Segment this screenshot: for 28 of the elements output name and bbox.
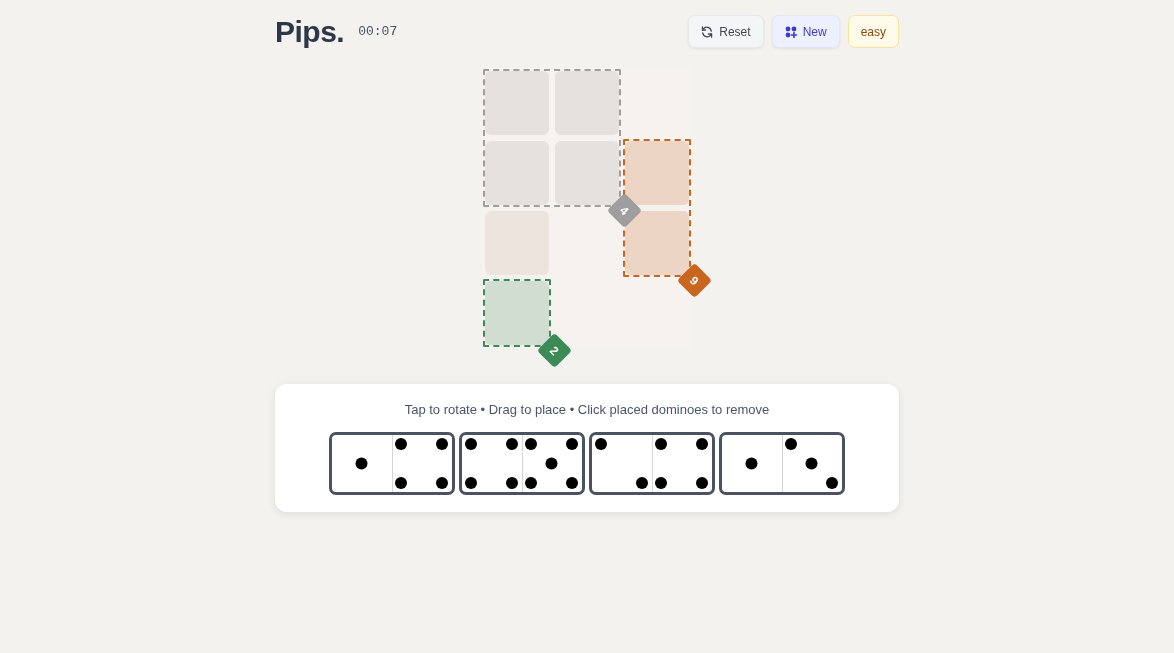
constraint-badge: 4 bbox=[606, 192, 643, 229]
pips-icon bbox=[355, 457, 368, 470]
dots-grid-icon bbox=[784, 25, 797, 38]
board-cell[interactable] bbox=[485, 141, 549, 205]
pips-icon bbox=[745, 457, 758, 470]
difficulty-button[interactable]: easy bbox=[847, 15, 899, 48]
domino-tile[interactable] bbox=[329, 432, 455, 495]
reset-button[interactable]: Reset bbox=[688, 15, 764, 48]
constraint-badge: 9 bbox=[676, 262, 713, 299]
app-title: Pips. bbox=[275, 14, 345, 50]
board-cell[interactable] bbox=[485, 71, 549, 135]
pips-icon bbox=[395, 438, 448, 489]
pips-icon bbox=[655, 438, 708, 489]
pips-icon bbox=[785, 438, 838, 489]
domino-tile[interactable] bbox=[719, 432, 845, 495]
constraint-badge: 2 bbox=[536, 332, 573, 369]
pips-icon bbox=[465, 438, 518, 489]
instructions-text: Tap to rotate • Drag to place • Click placed dominoes to remove bbox=[403, 402, 771, 418]
domino-tile[interactable] bbox=[589, 432, 715, 495]
board-cell[interactable] bbox=[555, 141, 619, 205]
board-cell[interactable] bbox=[625, 141, 689, 205]
board-cell[interactable] bbox=[555, 71, 619, 135]
refresh-icon bbox=[701, 25, 714, 38]
pips-icon bbox=[595, 438, 648, 489]
domino-tile[interactable] bbox=[459, 432, 585, 495]
timer-text: 00:07 bbox=[358, 24, 398, 39]
new-game-button[interactable]: New bbox=[771, 15, 840, 48]
pips-icon bbox=[525, 438, 578, 489]
